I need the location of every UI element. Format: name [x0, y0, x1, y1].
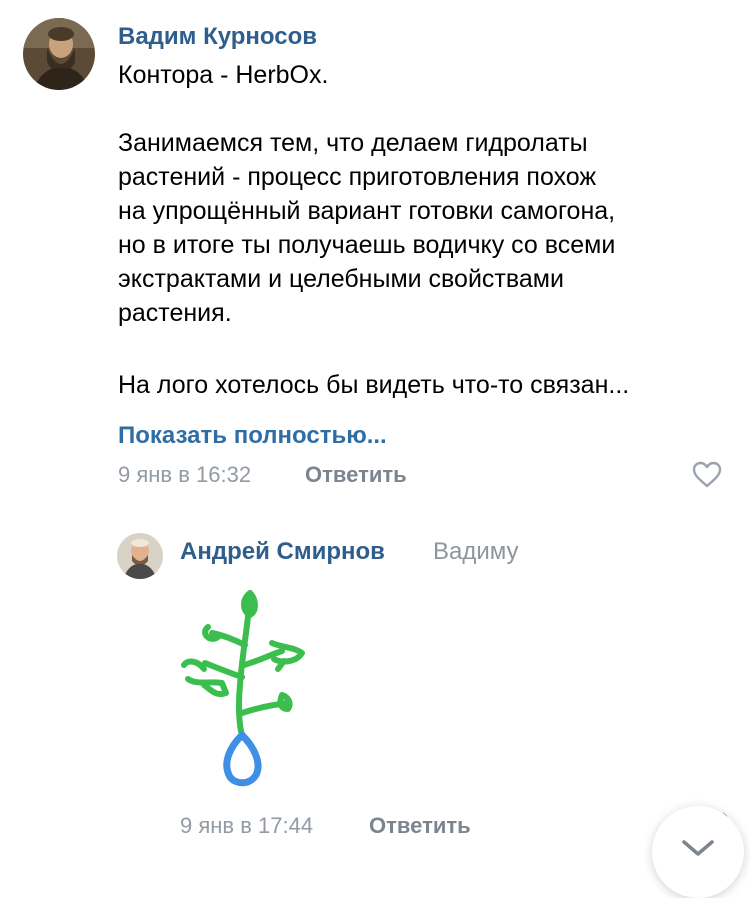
- scroll-down-button[interactable]: [652, 806, 744, 898]
- reply-button[interactable]: Ответить: [305, 460, 407, 490]
- comment-text-line: растений - процесс приготовления похож: [118, 163, 597, 191]
- reply-to-label[interactable]: Вадиму: [433, 537, 519, 567]
- plant-drawing-image[interactable]: [170, 585, 320, 790]
- comment-text-line: Контора - HerbOx.: [118, 61, 329, 89]
- comment-text-line: растения.: [118, 299, 232, 327]
- comment-text-line: но в итоге ты получаешь водичку со всеми: [118, 231, 616, 259]
- reply-button[interactable]: Ответить: [369, 811, 471, 841]
- reply-timestamp: 9 янв в 17:44: [180, 813, 314, 838]
- heart-outline-icon[interactable]: [691, 459, 723, 491]
- comment-author[interactable]: Вадим Курносов: [118, 22, 317, 52]
- avatar[interactable]: [23, 18, 95, 90]
- comment-text-line: Занимаемся тем, что делаем гидролаты: [118, 129, 588, 157]
- reply-author[interactable]: Андрей Смирнов: [180, 537, 385, 567]
- comment-text-line: на упрощённый вариант готовки самогона,: [118, 197, 616, 225]
- comment-text-line: На лого хотелось бы видеть что-то связан…: [118, 371, 630, 399]
- avatar[interactable]: [117, 533, 163, 579]
- show-more-link[interactable]: Показать полностью...: [118, 420, 387, 452]
- chevron-down-icon: [682, 840, 714, 856]
- comment-text-line: экстрактами и целебными свойствами: [118, 265, 564, 293]
- comment-timestamp: 9 янв в 16:32: [118, 462, 252, 487]
